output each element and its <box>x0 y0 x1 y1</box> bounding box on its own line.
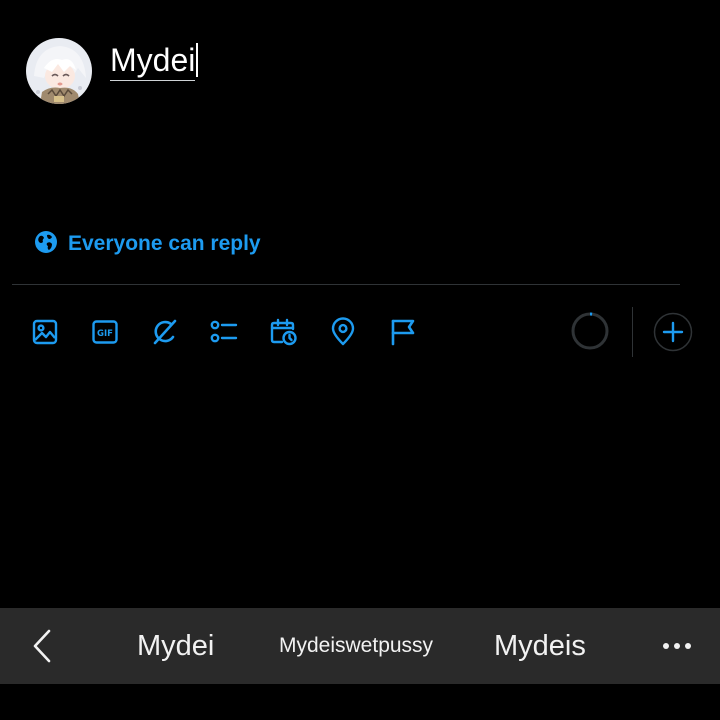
reply-setting-label: Everyone can reply <box>68 232 261 255</box>
keyboard-suggestion[interactable]: Mydei <box>137 608 214 684</box>
location-icon[interactable] <box>327 316 359 348</box>
schedule-icon[interactable] <box>268 316 300 348</box>
svg-text:GIF: GIF <box>97 329 113 339</box>
grok-icon[interactable] <box>149 316 181 348</box>
post-text-input[interactable]: Mydei <box>110 40 199 81</box>
image-icon[interactable] <box>29 316 61 348</box>
post-composer-screen: Mydei Everyone can reply GIF Mydei Mydei… <box>0 0 720 720</box>
reply-setting-button[interactable]: Everyone can reply <box>34 230 261 258</box>
more-horizontal-icon[interactable] <box>656 628 698 664</box>
gif-icon[interactable]: GIF <box>89 316 121 348</box>
flag-icon[interactable] <box>387 316 419 348</box>
composer-divider <box>12 284 680 285</box>
user-avatar[interactable] <box>26 38 92 104</box>
avatar-illustration <box>26 38 92 104</box>
globe-icon <box>34 230 58 259</box>
poll-icon[interactable] <box>208 316 240 348</box>
chevron-left-icon[interactable] <box>22 626 62 666</box>
plus-icon <box>653 312 693 352</box>
toolbar-separator <box>632 307 633 357</box>
character-count-progress <box>570 311 610 351</box>
keyboard-suggestion[interactable]: Mydeis <box>494 608 586 684</box>
post-text-value[interactable]: Mydei <box>110 40 196 81</box>
add-post-button[interactable] <box>653 312 693 352</box>
keyboard-suggestion-bar: Mydei Mydeiswetpussy Mydeis <box>0 608 720 684</box>
text-cursor <box>196 43 199 77</box>
keyboard-suggestion[interactable]: Mydeiswetpussy <box>279 608 433 684</box>
